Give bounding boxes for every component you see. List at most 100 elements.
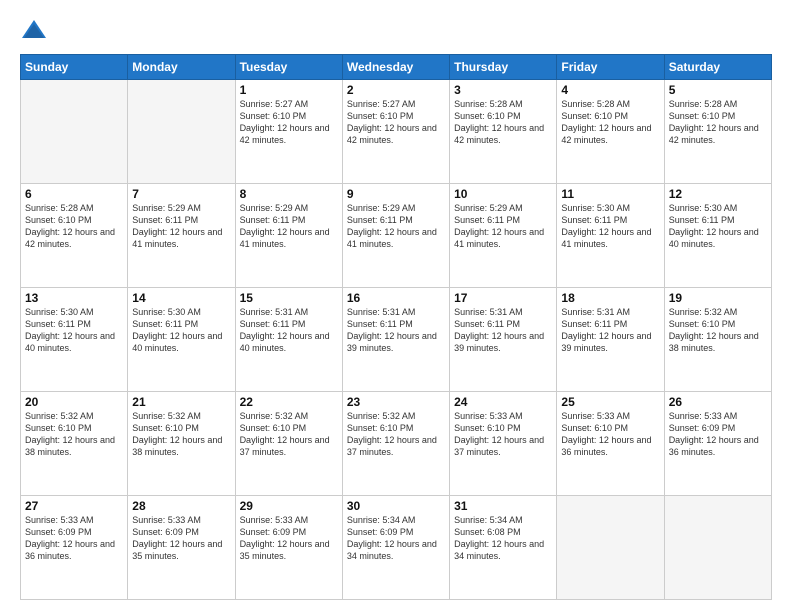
day-info: Sunrise: 5:32 AM Sunset: 6:10 PM Dayligh… [25, 410, 123, 459]
day-number: 21 [132, 395, 230, 409]
day-number: 22 [240, 395, 338, 409]
day-info: Sunrise: 5:33 AM Sunset: 6:09 PM Dayligh… [132, 514, 230, 563]
day-info: Sunrise: 5:31 AM Sunset: 6:11 PM Dayligh… [454, 306, 552, 355]
day-number: 6 [25, 187, 123, 201]
calendar-cell: 11Sunrise: 5:30 AM Sunset: 6:11 PM Dayli… [557, 184, 664, 288]
day-number: 2 [347, 83, 445, 97]
calendar-cell: 23Sunrise: 5:32 AM Sunset: 6:10 PM Dayli… [342, 392, 449, 496]
day-info: Sunrise: 5:34 AM Sunset: 6:09 PM Dayligh… [347, 514, 445, 563]
day-number: 14 [132, 291, 230, 305]
calendar-cell: 25Sunrise: 5:33 AM Sunset: 6:10 PM Dayli… [557, 392, 664, 496]
day-info: Sunrise: 5:33 AM Sunset: 6:10 PM Dayligh… [561, 410, 659, 459]
calendar-week-row: 20Sunrise: 5:32 AM Sunset: 6:10 PM Dayli… [21, 392, 772, 496]
day-number: 18 [561, 291, 659, 305]
weekday-header-row: SundayMondayTuesdayWednesdayThursdayFrid… [21, 55, 772, 80]
logo-icon [20, 16, 48, 44]
day-info: Sunrise: 5:32 AM Sunset: 6:10 PM Dayligh… [132, 410, 230, 459]
day-info: Sunrise: 5:30 AM Sunset: 6:11 PM Dayligh… [25, 306, 123, 355]
calendar-cell: 31Sunrise: 5:34 AM Sunset: 6:08 PM Dayli… [450, 496, 557, 600]
day-number: 31 [454, 499, 552, 513]
day-number: 24 [454, 395, 552, 409]
day-info: Sunrise: 5:28 AM Sunset: 6:10 PM Dayligh… [25, 202, 123, 251]
calendar-cell: 20Sunrise: 5:32 AM Sunset: 6:10 PM Dayli… [21, 392, 128, 496]
weekday-header: Monday [128, 55, 235, 80]
day-number: 19 [669, 291, 767, 305]
day-number: 10 [454, 187, 552, 201]
day-number: 7 [132, 187, 230, 201]
calendar-cell: 26Sunrise: 5:33 AM Sunset: 6:09 PM Dayli… [664, 392, 771, 496]
calendar-cell: 2Sunrise: 5:27 AM Sunset: 6:10 PM Daylig… [342, 80, 449, 184]
day-number: 23 [347, 395, 445, 409]
day-number: 11 [561, 187, 659, 201]
day-number: 26 [669, 395, 767, 409]
day-info: Sunrise: 5:28 AM Sunset: 6:10 PM Dayligh… [454, 98, 552, 147]
calendar-cell: 5Sunrise: 5:28 AM Sunset: 6:10 PM Daylig… [664, 80, 771, 184]
page: SundayMondayTuesdayWednesdayThursdayFrid… [0, 0, 792, 612]
day-number: 3 [454, 83, 552, 97]
weekday-header: Tuesday [235, 55, 342, 80]
weekday-header: Sunday [21, 55, 128, 80]
day-info: Sunrise: 5:28 AM Sunset: 6:10 PM Dayligh… [561, 98, 659, 147]
calendar-cell: 8Sunrise: 5:29 AM Sunset: 6:11 PM Daylig… [235, 184, 342, 288]
day-number: 1 [240, 83, 338, 97]
calendar-cell: 14Sunrise: 5:30 AM Sunset: 6:11 PM Dayli… [128, 288, 235, 392]
day-info: Sunrise: 5:28 AM Sunset: 6:10 PM Dayligh… [669, 98, 767, 147]
day-number: 12 [669, 187, 767, 201]
day-info: Sunrise: 5:27 AM Sunset: 6:10 PM Dayligh… [240, 98, 338, 147]
calendar-cell: 27Sunrise: 5:33 AM Sunset: 6:09 PM Dayli… [21, 496, 128, 600]
day-info: Sunrise: 5:34 AM Sunset: 6:08 PM Dayligh… [454, 514, 552, 563]
calendar-cell: 28Sunrise: 5:33 AM Sunset: 6:09 PM Dayli… [128, 496, 235, 600]
calendar-week-row: 6Sunrise: 5:28 AM Sunset: 6:10 PM Daylig… [21, 184, 772, 288]
calendar-cell: 6Sunrise: 5:28 AM Sunset: 6:10 PM Daylig… [21, 184, 128, 288]
calendar-table: SundayMondayTuesdayWednesdayThursdayFrid… [20, 54, 772, 600]
day-number: 27 [25, 499, 123, 513]
calendar-cell: 1Sunrise: 5:27 AM Sunset: 6:10 PM Daylig… [235, 80, 342, 184]
calendar-cell: 19Sunrise: 5:32 AM Sunset: 6:10 PM Dayli… [664, 288, 771, 392]
header [20, 16, 772, 44]
calendar-cell: 16Sunrise: 5:31 AM Sunset: 6:11 PM Dayli… [342, 288, 449, 392]
weekday-header: Friday [557, 55, 664, 80]
day-number: 9 [347, 187, 445, 201]
calendar-cell: 29Sunrise: 5:33 AM Sunset: 6:09 PM Dayli… [235, 496, 342, 600]
day-number: 15 [240, 291, 338, 305]
day-info: Sunrise: 5:33 AM Sunset: 6:10 PM Dayligh… [454, 410, 552, 459]
weekday-header: Wednesday [342, 55, 449, 80]
day-info: Sunrise: 5:27 AM Sunset: 6:10 PM Dayligh… [347, 98, 445, 147]
calendar-cell [21, 80, 128, 184]
calendar-cell: 7Sunrise: 5:29 AM Sunset: 6:11 PM Daylig… [128, 184, 235, 288]
calendar-cell: 22Sunrise: 5:32 AM Sunset: 6:10 PM Dayli… [235, 392, 342, 496]
logo [20, 16, 52, 44]
day-info: Sunrise: 5:29 AM Sunset: 6:11 PM Dayligh… [347, 202, 445, 251]
day-info: Sunrise: 5:29 AM Sunset: 6:11 PM Dayligh… [132, 202, 230, 251]
calendar-cell: 13Sunrise: 5:30 AM Sunset: 6:11 PM Dayli… [21, 288, 128, 392]
day-info: Sunrise: 5:31 AM Sunset: 6:11 PM Dayligh… [240, 306, 338, 355]
day-info: Sunrise: 5:29 AM Sunset: 6:11 PM Dayligh… [240, 202, 338, 251]
weekday-header: Saturday [664, 55, 771, 80]
calendar-cell: 17Sunrise: 5:31 AM Sunset: 6:11 PM Dayli… [450, 288, 557, 392]
calendar-cell: 30Sunrise: 5:34 AM Sunset: 6:09 PM Dayli… [342, 496, 449, 600]
calendar-week-row: 27Sunrise: 5:33 AM Sunset: 6:09 PM Dayli… [21, 496, 772, 600]
calendar-cell [557, 496, 664, 600]
day-number: 5 [669, 83, 767, 97]
day-number: 16 [347, 291, 445, 305]
day-info: Sunrise: 5:31 AM Sunset: 6:11 PM Dayligh… [561, 306, 659, 355]
day-info: Sunrise: 5:30 AM Sunset: 6:11 PM Dayligh… [669, 202, 767, 251]
day-info: Sunrise: 5:33 AM Sunset: 6:09 PM Dayligh… [240, 514, 338, 563]
day-number: 25 [561, 395, 659, 409]
day-info: Sunrise: 5:33 AM Sunset: 6:09 PM Dayligh… [25, 514, 123, 563]
calendar-cell: 15Sunrise: 5:31 AM Sunset: 6:11 PM Dayli… [235, 288, 342, 392]
calendar-cell [664, 496, 771, 600]
day-number: 30 [347, 499, 445, 513]
calendar-cell: 12Sunrise: 5:30 AM Sunset: 6:11 PM Dayli… [664, 184, 771, 288]
calendar-cell: 21Sunrise: 5:32 AM Sunset: 6:10 PM Dayli… [128, 392, 235, 496]
calendar-cell [128, 80, 235, 184]
day-info: Sunrise: 5:30 AM Sunset: 6:11 PM Dayligh… [132, 306, 230, 355]
day-number: 20 [25, 395, 123, 409]
day-info: Sunrise: 5:30 AM Sunset: 6:11 PM Dayligh… [561, 202, 659, 251]
day-number: 4 [561, 83, 659, 97]
day-info: Sunrise: 5:29 AM Sunset: 6:11 PM Dayligh… [454, 202, 552, 251]
day-number: 28 [132, 499, 230, 513]
day-info: Sunrise: 5:32 AM Sunset: 6:10 PM Dayligh… [347, 410, 445, 459]
day-info: Sunrise: 5:33 AM Sunset: 6:09 PM Dayligh… [669, 410, 767, 459]
day-number: 17 [454, 291, 552, 305]
